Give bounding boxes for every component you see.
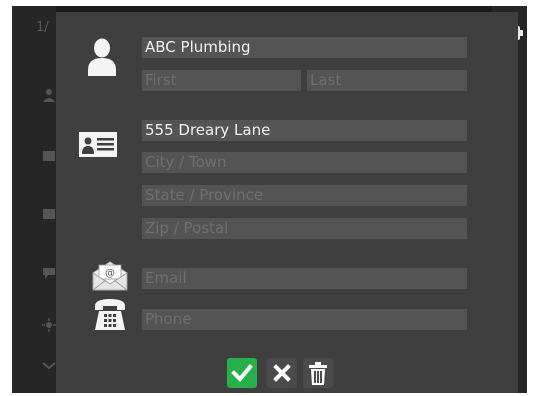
close-icon (273, 364, 291, 382)
background-list (12, 6, 56, 393)
address-card-icon (79, 129, 117, 157)
email-icon: @ (92, 261, 128, 291)
flag-icon (43, 268, 55, 279)
phone-icon (95, 299, 125, 330)
state-field[interactable]: State / Province (142, 185, 467, 206)
first-name-field[interactable]: First (142, 70, 301, 91)
email-field[interactable]: Email (142, 268, 467, 289)
check-icon (231, 364, 253, 382)
svg-text:@: @ (105, 268, 115, 279)
person-icon (88, 38, 116, 76)
person-icon (43, 89, 55, 102)
camera-icon (43, 151, 55, 161)
trash-icon (309, 362, 327, 385)
cancel-button[interactable] (267, 358, 297, 388)
page-indicator: 1/ (36, 20, 49, 35)
city-field[interactable]: City / Town (142, 152, 467, 173)
last-name-field[interactable]: Last (307, 70, 467, 91)
street-field[interactable]: 555 Dreary Lane (142, 120, 467, 141)
zip-field[interactable]: Zip / Postal (142, 218, 467, 239)
delete-button[interactable] (303, 358, 333, 388)
confirm-button[interactable] (227, 358, 257, 388)
chevron-down-icon (42, 362, 56, 370)
brightness-icon (42, 318, 56, 332)
device-screen: 1/ ABC Plumbing First Last 555 Dreary La… (12, 6, 527, 393)
company-field[interactable]: ABC Plumbing (142, 37, 467, 58)
camera-icon (43, 209, 55, 219)
contact-dialog: ABC Plumbing First Last 555 Dreary Lane … (56, 12, 518, 393)
phone-field[interactable]: Phone (142, 309, 467, 330)
